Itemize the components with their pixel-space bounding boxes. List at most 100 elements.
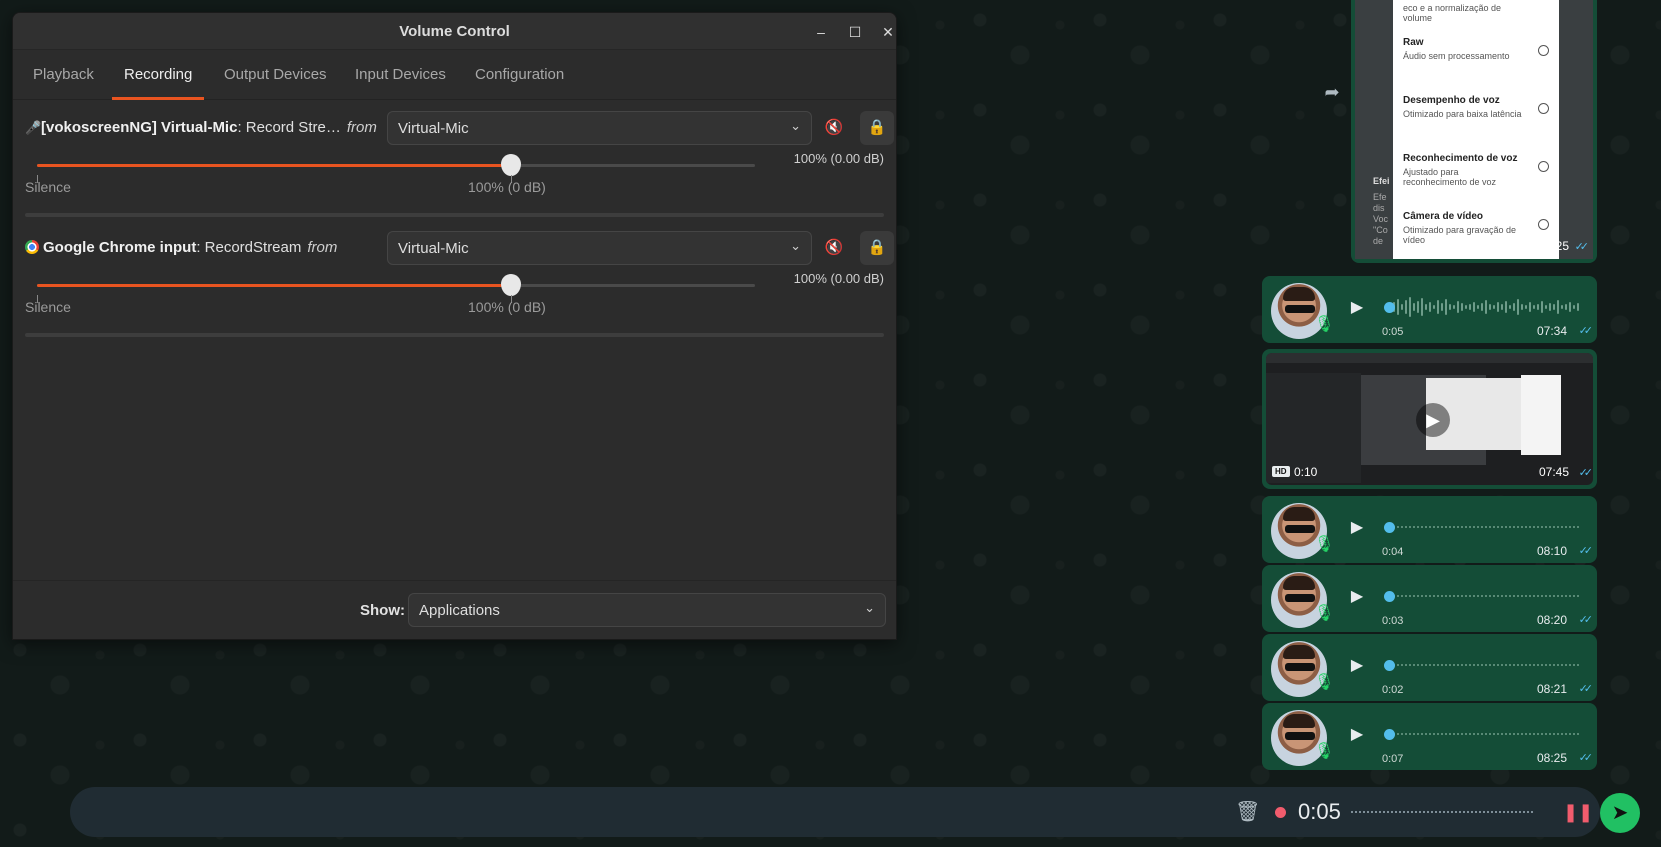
waveform-bar: [1441, 303, 1443, 311]
waveform-bar: [1525, 526, 1527, 528]
waveform-bar: [1457, 733, 1459, 735]
volume-slider[interactable]: [37, 154, 755, 176]
voice-message[interactable]: 🎙 ▶ 0:07 08:25 ✓✓: [1262, 703, 1597, 770]
waveform-bar: [1433, 595, 1435, 597]
waveform-bar: [1449, 733, 1451, 735]
waveform-bar: [1429, 526, 1431, 528]
waveform[interactable]: [1389, 296, 1579, 318]
waveform-bar: [1557, 300, 1559, 314]
waveform-bar: [1533, 526, 1535, 528]
playback-knob[interactable]: [1384, 302, 1395, 313]
waveform-bar: [1537, 526, 1539, 528]
waveform-bar: [1565, 664, 1567, 666]
voice-message[interactable]: 🎙 ▶ 0:03 08:20 ✓✓: [1262, 565, 1597, 632]
waveform-bar: [1437, 526, 1439, 528]
voice-message[interactable]: 🎙 ▶ 0:02 08:21 ✓✓: [1262, 634, 1597, 701]
mic-icon: 🎙: [1314, 605, 1335, 622]
mute-icon[interactable]: 🔇: [819, 113, 849, 143]
playback-knob[interactable]: [1384, 729, 1395, 740]
tab-input-devices[interactable]: Input Devices: [355, 50, 446, 100]
waveform-bar: [1405, 595, 1407, 597]
waveform-bar: [1489, 664, 1491, 666]
lock-icon: 🔒: [867, 239, 887, 256]
waveform-bar: [1509, 595, 1511, 597]
waveform-bar: [1425, 733, 1427, 735]
play-icon[interactable]: ▶: [1347, 587, 1367, 607]
waveform-bar: [1417, 526, 1419, 528]
waveform-bar: [1433, 526, 1435, 528]
waveform-bar: [1489, 526, 1491, 528]
volume-slider-fill: [37, 164, 511, 167]
mic-icon: 🎙: [1314, 316, 1335, 333]
waveform-bar: [1573, 595, 1575, 597]
voice-message[interactable]: 🎙 ▶ 0:05 07:34 ✓✓: [1262, 276, 1597, 343]
waveform[interactable]: [1389, 585, 1579, 607]
volume-slider[interactable]: [37, 274, 755, 296]
tab-configuration[interactable]: Configuration: [475, 50, 564, 100]
waveform-bar: [1421, 664, 1423, 666]
waveform-bar: [1553, 733, 1555, 735]
send-button[interactable]: ➤: [1600, 793, 1640, 833]
waveform[interactable]: [1389, 654, 1579, 676]
waveform[interactable]: [1389, 516, 1579, 538]
recording-indicator: [1275, 807, 1286, 818]
lock-channels-button[interactable]: 🔒: [860, 111, 894, 145]
forward-icon[interactable]: ➦: [1320, 82, 1344, 102]
pause-icon[interactable]: ❚❚: [1563, 801, 1593, 823]
waveform-bar: [1457, 664, 1459, 666]
waveform-bar: [1473, 664, 1475, 666]
waveform-bar: [1529, 733, 1531, 735]
waveform-bar: [1477, 664, 1479, 666]
waveform-bar: [1485, 664, 1487, 666]
volume-readout: 100% (0.00 dB): [793, 151, 884, 166]
waveform-bar: [1541, 526, 1543, 528]
trash-icon[interactable]: 🗑: [1235, 799, 1260, 825]
tab-recording[interactable]: Recording: [111, 50, 205, 100]
play-icon[interactable]: ▶: [1347, 656, 1367, 676]
audio-option: Câmera de vídeo Otimizado para gravação …: [1403, 207, 1549, 259]
window-title: Volume Control: [399, 23, 510, 40]
waveform-bar: [1449, 664, 1451, 666]
play-icon[interactable]: ▶: [1347, 518, 1367, 538]
waveform-bar: [1425, 526, 1427, 528]
playback-knob[interactable]: [1384, 660, 1395, 671]
waveform-bar: [1505, 526, 1507, 528]
waveform-bar: [1445, 733, 1447, 735]
waveform-bar: [1501, 595, 1503, 597]
waveform-bar: [1441, 733, 1443, 735]
lock-channels-button[interactable]: 🔒: [860, 231, 894, 265]
maximize-icon[interactable]: ☐: [844, 21, 866, 43]
image-message[interactable]: Efei Efe dis Voc "Co de eco e a normaliz…: [1351, 0, 1597, 263]
playback-knob[interactable]: [1384, 522, 1395, 533]
playback-knob[interactable]: [1384, 591, 1395, 602]
waveform-bar: [1569, 733, 1571, 735]
mute-icon[interactable]: 🔇: [819, 233, 849, 263]
close-icon[interactable]: ✕: [877, 21, 896, 43]
minimize-icon[interactable]: –: [810, 21, 832, 43]
play-icon[interactable]: ▶: [1347, 298, 1367, 318]
video-message[interactable]: ▶ HD 0:10 07:45 ✓✓: [1262, 349, 1597, 489]
volume-slider-knob[interactable]: [501, 274, 521, 296]
show-select[interactable]: Applications ⌄: [408, 593, 886, 627]
tab-output-devices[interactable]: Output Devices: [224, 50, 327, 100]
hundred-percent-label: 100% (0 dB): [468, 299, 546, 315]
waveform-bar: [1501, 304, 1503, 310]
waveform-bar: [1517, 526, 1519, 528]
waveform-bar: [1529, 595, 1531, 597]
waveform-bar: [1489, 595, 1491, 597]
volume-slider-knob[interactable]: [501, 154, 521, 176]
titlebar[interactable]: Volume Control – ☐ ✕: [13, 13, 896, 50]
tab-playback[interactable]: Playback: [33, 50, 94, 100]
voice-message[interactable]: 🎙 ▶ 0:04 08:10 ✓✓: [1262, 496, 1597, 563]
play-icon[interactable]: ▶: [1347, 725, 1367, 745]
waveform-bar: [1481, 733, 1483, 735]
waveform-bar: [1477, 305, 1479, 309]
waveform-bar: [1405, 664, 1407, 666]
waveform-bar: [1469, 733, 1471, 735]
device-select[interactable]: Virtual-Mic ⌄: [387, 231, 812, 265]
play-icon[interactable]: ▶: [1416, 403, 1450, 437]
waveform-bar: [1465, 305, 1467, 309]
waveform-bar: [1457, 301, 1459, 313]
device-select[interactable]: Virtual-Mic ⌄: [387, 111, 812, 145]
waveform[interactable]: [1389, 723, 1579, 745]
